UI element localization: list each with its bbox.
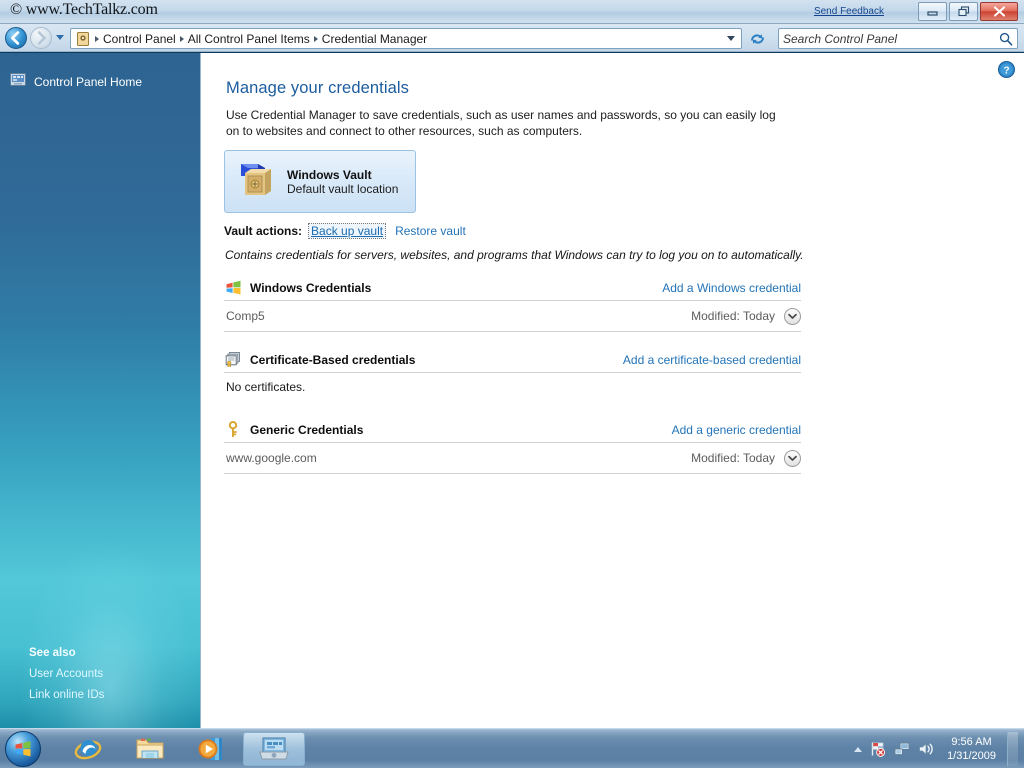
modified-label: Modified: — [691, 451, 740, 465]
windows-vault-tile[interactable]: Windows Vault Default vault location — [224, 150, 416, 213]
sidebar-item-label: Control Panel Home — [34, 74, 143, 89]
restore-button[interactable] — [949, 2, 978, 21]
sidebar-item-control-panel-home[interactable]: Control Panel Home — [10, 72, 142, 91]
volume-icon[interactable] — [917, 741, 934, 758]
credential-modified: Modified: Today — [691, 451, 775, 465]
vault-name: Windows Vault — [287, 167, 372, 182]
recent-pages-dropdown[interactable] — [56, 35, 64, 40]
svg-text:?: ? — [1003, 65, 1009, 76]
modified-value: Today — [742, 451, 775, 465]
section-title: Generic Credentials — [250, 422, 364, 437]
page-description: Use Credential Manager to save credentia… — [226, 108, 776, 138]
site-watermark: © www.TechTalkz.com — [10, 1, 158, 18]
add-windows-credential-link[interactable]: Add a Windows credential — [662, 281, 801, 295]
credential-sections: Windows Credentials Add a Windows creden… — [224, 275, 801, 474]
breadcrumb-control-panel[interactable]: Control Panel — [100, 31, 179, 47]
section-header-certificate-based-credentials: Certificate-Based credentials Add a cert… — [224, 347, 801, 373]
start-button[interactable] — [5, 731, 41, 767]
content-pane: ? Manage your credentials Use Credential… — [200, 53, 1024, 728]
clock[interactable]: 9:56 AM 1/31/2009 — [947, 735, 996, 763]
search-box[interactable] — [778, 28, 1018, 49]
send-feedback-link[interactable]: Send Feedback — [814, 6, 884, 17]
see-also-link-user-accounts[interactable]: User Accounts — [29, 668, 194, 680]
certificate-icon — [224, 351, 242, 369]
clock-time: 9:56 AM — [951, 736, 992, 748]
chevron-down-icon[interactable] — [727, 36, 735, 41]
breadcrumb-credential-manager[interactable]: Credential Manager — [319, 31, 430, 47]
vault-actions-label: Vault actions: — [224, 224, 303, 238]
search-icon — [999, 32, 1013, 46]
credential-modified: Modified: Today — [691, 309, 775, 323]
address-bar[interactable]: Control Panel All Control Panel Items Cr… — [70, 28, 742, 49]
restore-vault-link[interactable]: Restore vault — [392, 223, 469, 239]
system-tray: 9:56 AM 1/31/2009 — [854, 729, 1018, 768]
window-controls — [918, 2, 1018, 21]
add-certificate-based-credential-link[interactable]: Add a certificate-based credential — [623, 353, 801, 367]
clock-date: 1/31/2009 — [947, 750, 996, 762]
refresh-button[interactable] — [747, 28, 768, 49]
section-title: Certificate-Based credentials — [250, 352, 416, 367]
back-up-vault-link[interactable]: Back up vault — [308, 223, 387, 239]
modified-label: Modified: — [691, 309, 740, 323]
table-row[interactable]: www.google.com Modified: Today — [224, 443, 801, 474]
breadcrumb-all-control-panel-items[interactable]: All Control Panel Items — [185, 31, 313, 47]
vault-tile-text: Windows Vault Default vault location — [287, 168, 398, 196]
search-input[interactable] — [783, 31, 999, 46]
close-button[interactable] — [980, 2, 1018, 21]
vault-subtitle: Default vault location — [287, 181, 399, 196]
add-generic-credential-link[interactable]: Add a generic credential — [672, 423, 801, 437]
key-icon — [224, 421, 242, 439]
breadcrumb-separator[interactable] — [313, 35, 318, 42]
control-panel-icon — [75, 31, 91, 46]
breadcrumb-separator[interactable] — [95, 35, 99, 42]
section-header-windows-credentials: Windows Credentials Add a Windows creden… — [224, 275, 801, 301]
vault-note: Contains credentials for servers, websit… — [225, 248, 804, 262]
back-button[interactable] — [5, 27, 27, 49]
taskbar-item-windows-explorer[interactable] — [130, 732, 170, 766]
help-icon[interactable]: ? — [998, 61, 1015, 78]
taskbar-item-internet-explorer[interactable] — [68, 732, 108, 766]
minimize-button[interactable] — [918, 2, 947, 21]
forward-button[interactable] — [30, 27, 52, 49]
control-panel-home-icon — [10, 72, 26, 91]
chevron-down-icon[interactable] — [784, 307, 801, 325]
section-title: Windows Credentials — [250, 280, 372, 295]
table-row[interactable]: Comp5 Modified: Today — [224, 301, 801, 332]
show-desktop-button[interactable] — [1007, 732, 1018, 766]
modified-value: Today — [742, 309, 775, 323]
chevron-down-icon[interactable] — [784, 449, 801, 467]
empty-state-text: No certificates. — [226, 380, 306, 394]
see-also-section: See also User Accounts Link online IDs — [29, 647, 194, 710]
taskbar-item-media-player[interactable] — [192, 732, 232, 766]
taskbar-item-credential-manager[interactable] — [243, 732, 305, 766]
see-also-link-link-online-ids[interactable]: Link online IDs — [29, 689, 194, 701]
credential-name: www.google.com — [226, 451, 317, 465]
taskbar: 9:56 AM 1/31/2009 — [0, 728, 1024, 768]
breadcrumb-separator[interactable] — [179, 35, 184, 42]
credential-manager-window: © www.TechTalkz.com Send Feedback Contro… — [0, 0, 1024, 768]
network-icon[interactable] — [893, 741, 910, 758]
vault-actions: Vault actions: Back up vault Restore vau… — [224, 223, 469, 239]
windows-flag-icon — [224, 279, 242, 297]
credential-name: Comp5 — [226, 309, 265, 323]
vault-icon — [235, 159, 277, 204]
title-bar: © www.TechTalkz.com Send Feedback — [0, 0, 1024, 24]
page-title: Manage your credentials — [226, 79, 409, 97]
see-also-title: See also — [29, 647, 76, 659]
show-hidden-icons-button[interactable] — [854, 746, 863, 752]
section-header-generic-credentials: Generic Credentials Add a generic creden… — [224, 417, 801, 443]
navigation-bar: Control Panel All Control Panel Items Cr… — [0, 24, 1024, 52]
sidebar: Control Panel Home See also User Account… — [0, 53, 200, 728]
action-center-flag-icon[interactable] — [869, 741, 886, 758]
